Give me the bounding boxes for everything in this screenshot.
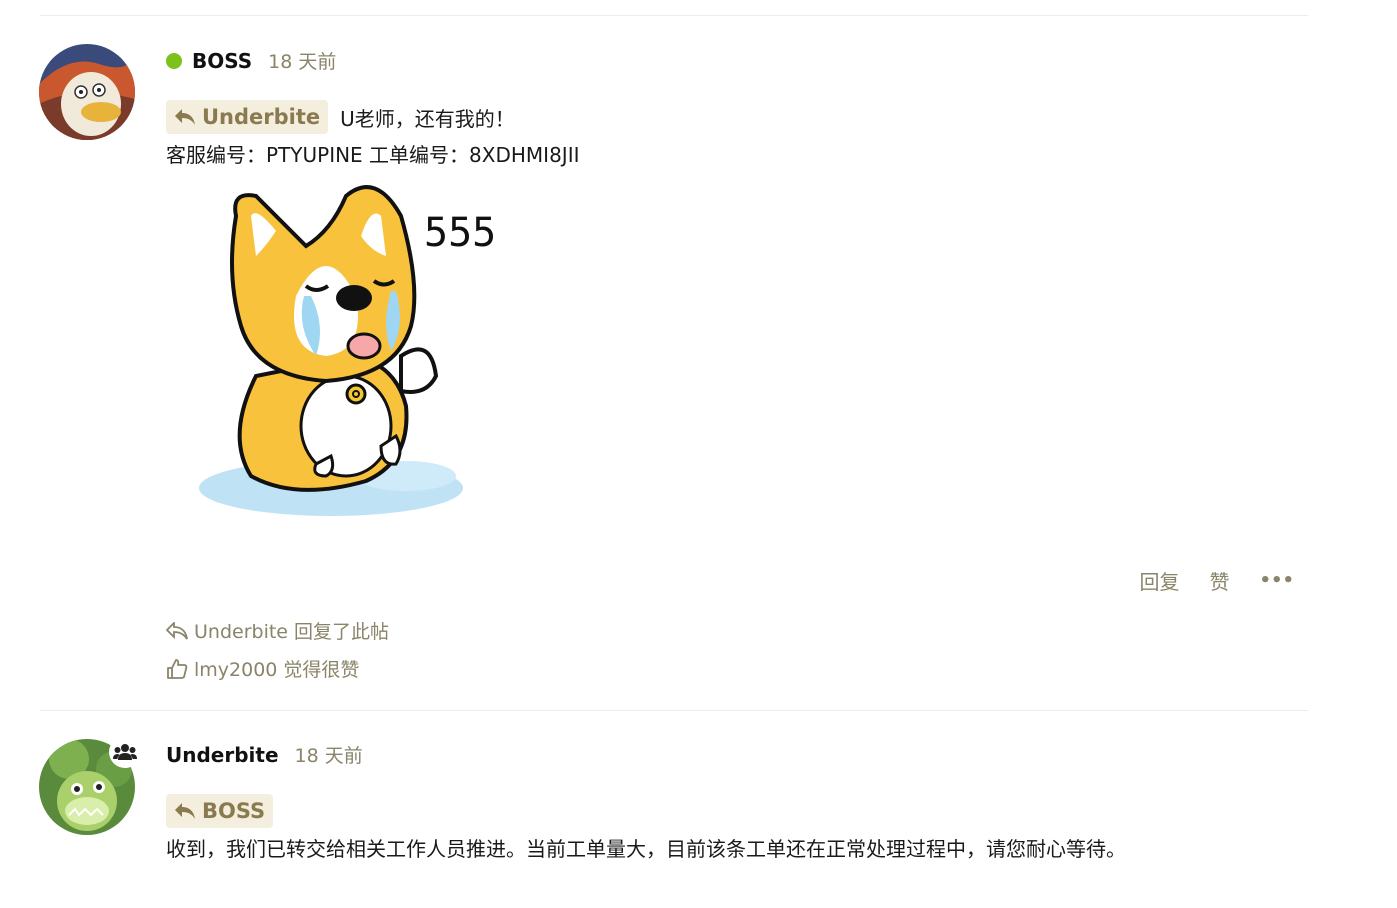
post-body-line1: Underbite U老师，还有我的！ xyxy=(166,100,515,134)
post-text: U老师，还有我的！ xyxy=(340,106,515,131)
reply-arrow-icon xyxy=(166,621,188,639)
post-actions: 回复 赞 ••• xyxy=(1109,566,1294,595)
username[interactable]: BOSS xyxy=(192,49,252,73)
reply-to-chip[interactable]: Underbite xyxy=(166,100,329,134)
group-icon xyxy=(113,744,137,760)
post-meta: Underbite 18 天前 xyxy=(166,741,363,768)
post-body-line2: 客服编号：PTYUPINE 工单编号：8XDHMI8JII xyxy=(166,143,580,167)
thumbs-up-icon xyxy=(167,658,188,679)
like-button[interactable]: 赞 xyxy=(1209,566,1229,595)
post-meta: BOSS 18 天前 xyxy=(166,47,336,74)
reply-to-name: Underbite xyxy=(202,105,321,129)
corgi-crying-sticker: 555 xyxy=(196,176,516,526)
group-badge xyxy=(109,736,141,768)
post-text: 收到，我们已转交给相关工作人员推进。当前工单量大，目前该条工单还在正常处理过程中… xyxy=(166,837,1126,861)
online-status-icon xyxy=(166,52,182,69)
summary-liked-text: lmy2000 觉得很赞 xyxy=(194,659,360,681)
username[interactable]: Underbite xyxy=(166,743,279,767)
post-body-line1: BOSS xyxy=(166,794,274,828)
top-divider xyxy=(40,15,1308,16)
reply-to-name: BOSS xyxy=(202,799,266,823)
more-options-button[interactable]: ••• xyxy=(1259,570,1294,591)
post-divider xyxy=(40,710,1308,711)
post-time[interactable]: 18 天前 xyxy=(268,47,336,74)
reply-to-chip[interactable]: BOSS xyxy=(166,794,274,828)
sticker-text: 555 xyxy=(424,210,496,256)
reply-button[interactable]: 回复 xyxy=(1139,566,1179,595)
reply-arrow-icon xyxy=(175,109,195,125)
summary-replied-text: Underbite 回复了此帖 xyxy=(194,621,390,643)
summary-liked[interactable]: lmy2000 觉得很赞 xyxy=(166,655,359,682)
avatar-boss[interactable] xyxy=(39,44,135,140)
reply-arrow-icon xyxy=(175,803,195,819)
post-time[interactable]: 18 天前 xyxy=(295,741,363,768)
summary-replied[interactable]: Underbite 回复了此帖 xyxy=(166,617,389,644)
